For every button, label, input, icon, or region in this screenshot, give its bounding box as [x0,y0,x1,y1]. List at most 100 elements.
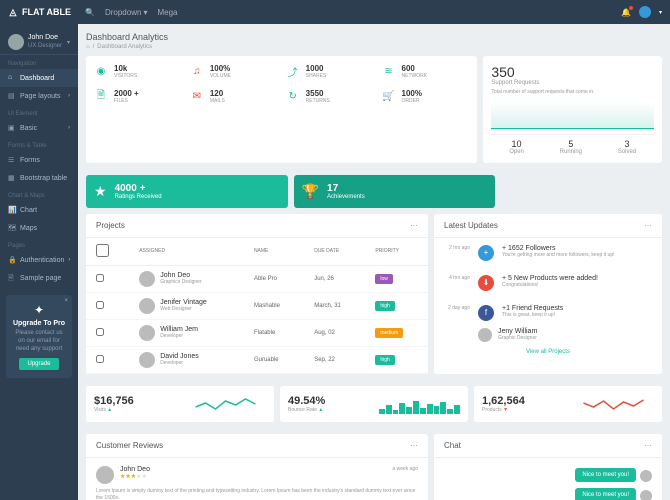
support-desc: Total number of support requests that co… [491,89,654,96]
nav-label: Navigation [0,55,78,69]
user-role: UX Designer [28,43,62,50]
row-checkbox[interactable] [96,274,104,282]
sidebar-item-forms[interactable]: ☰Forms [0,151,78,169]
avatar [640,490,652,500]
nav-dropdown[interactable]: Dropdown ▾ [105,8,147,17]
table-row[interactable]: Jenifer VintageWeb DesignerMashableMarch… [86,292,428,319]
sidebar-item-sample[interactable]: 🗎Sample page [0,269,78,287]
chevron-down-icon: ▾ [67,39,70,46]
chevron-down-icon[interactable]: ▾ [659,9,662,16]
table-row[interactable]: David JonesDeveloperGuruableSep, 22high [86,346,428,373]
row-checkbox[interactable] [96,301,104,309]
col-priority: PRIORITY [365,238,428,266]
card-menu-icon[interactable]: ⋯ [644,441,652,450]
update-icon: + [478,245,494,261]
card-menu-icon[interactable]: ⋯ [410,221,418,230]
sidebar-item-dashboard[interactable]: ⌂Dashboard [0,69,78,87]
sparkbar [379,394,460,414]
arrow-down-icon: ▼ [503,407,508,413]
avatar [640,470,652,482]
table-row[interactable]: William JemDeveloperFlatableAug, 02mediu… [86,319,428,346]
reviews-card: Customer Reviews ⋯ John Deo★★★★★a week ag… [86,434,428,500]
lock-icon: 🔒 [8,256,16,264]
chevron-right-icon: › [68,257,70,263]
select-all-checkbox[interactable] [96,244,109,257]
stat-cell: 🗎2000 +FILES [94,89,182,104]
sidebar-item-bootstrap-table[interactable]: ▦Bootstrap table [0,169,78,187]
breadcrumb[interactable]: ⌂ / Dashboard Analytics [86,44,662,50]
chat-bubble: Nice to meet you! [575,488,636,500]
updates-card: Latest Updates⋯ 2 hrs ago++ 1652 Followe… [434,214,662,374]
chat-card: Chat⋯ Nice to meet you! Nice to meet you… [434,434,662,500]
topbar: ◬ FLAT ABLE 🔍 Dropdown ▾ Mega 🔔 ▾ [0,0,670,24]
arrow-up-icon: ▲ [107,407,112,413]
running-count: 5 [560,139,582,149]
user-avatar[interactable] [639,6,651,18]
map-icon: 🗺 [8,224,16,232]
sidebar: John Doe UX Designer ▾ Navigation ⌂Dashb… [0,24,78,500]
nav-search-icon[interactable]: 🔍 [85,8,95,17]
ratings-box: ★ 4000 +Ratings Received [86,175,288,208]
nav-label: Forms & Table [0,137,78,151]
update-item: 2 hrs ago++ 1652 FollowersYou're getting… [434,238,662,268]
row-checkbox[interactable] [96,328,104,336]
review-item: John Deo★★★★★a week agoLorem Ipsum is si… [86,458,428,500]
notification-bell-icon[interactable]: 🔔 [621,8,631,17]
stat-icon: ⤴ [286,65,300,79]
sidebar-item-page-layouts[interactable]: ▤Page layouts› [0,87,78,105]
row-checkbox[interactable] [96,355,104,363]
sidebar-user[interactable]: John Doe UX Designer ▾ [0,30,78,55]
avatar [139,325,155,341]
stat-icon: ↻ [286,90,300,104]
reviews-title: Customer Reviews [96,441,163,450]
chevron-right-icon: › [68,125,70,131]
upgrade-desc: Please contact us on our email for need … [12,330,66,353]
avatar [8,34,24,50]
sidebar-item-maps[interactable]: 🗺Maps [0,219,78,237]
avatar [139,271,155,287]
sidebar-item-basic[interactable]: ▣Basic› [0,119,78,137]
open-count: 10 [509,139,524,149]
top-nav: 🔍 Dropdown ▾ Mega [85,8,177,17]
chart-icon: 📊 [8,206,16,214]
main-content: Dashboard Analytics ⌂ / Dashboard Analyt… [78,24,670,500]
stat-icon: ♫ [190,65,204,79]
col-name: NAME [244,238,304,266]
update-user: Jeny WilliamGraphic Designer [434,328,662,342]
stat-icon: 🗎 [94,90,108,104]
avatar [139,298,155,314]
priority-badge: low [375,274,393,284]
support-label: Support Requests [491,80,654,86]
chat-title: Chat [444,441,461,450]
priority-badge: high [375,355,394,365]
sparkline [185,394,266,414]
update-icon: f [478,305,494,321]
nav-mega[interactable]: Mega [157,8,177,17]
visits-metric: $16,756Visits ▲ [86,386,274,422]
box-icon: ▣ [8,124,16,132]
nav-label: Pages [0,237,78,251]
sidebar-item-chart[interactable]: 📊Chart [0,201,78,219]
avatar [96,466,114,484]
card-menu-icon[interactable]: ⋯ [644,221,652,230]
col-due: DUE DATE [304,238,365,266]
page-title: Dashboard Analytics [86,32,662,42]
trophy-icon: 🏆 [302,183,319,200]
update-item: 2 day agof+1 Friend RequestsThis is grea… [434,298,662,328]
avatar [478,328,492,342]
stat-icon: ◉ [94,65,108,79]
close-icon[interactable]: × [64,298,68,304]
card-menu-icon[interactable]: ⋯ [410,441,418,450]
table-row[interactable]: John DeoGraphics DesignerAble ProJun, 26… [86,265,428,292]
priority-badge: high [375,301,394,311]
view-all-link[interactable]: View all Projects [434,342,662,362]
col-assigned: ASSIGNED [129,238,244,266]
sidebar-item-auth[interactable]: 🔒Authentication› [0,251,78,269]
star-rating: ★★★★★ [120,473,150,480]
stat-icon: ≋ [382,65,396,79]
stat-cell: ♫100%VOLUME [190,64,278,79]
brand[interactable]: ◬ FLAT ABLE [8,7,71,17]
upgrade-button[interactable]: Upgrade [19,358,58,370]
stat-cell: ✉120MAILS [190,89,278,104]
home-icon: ⌂ [86,44,90,50]
